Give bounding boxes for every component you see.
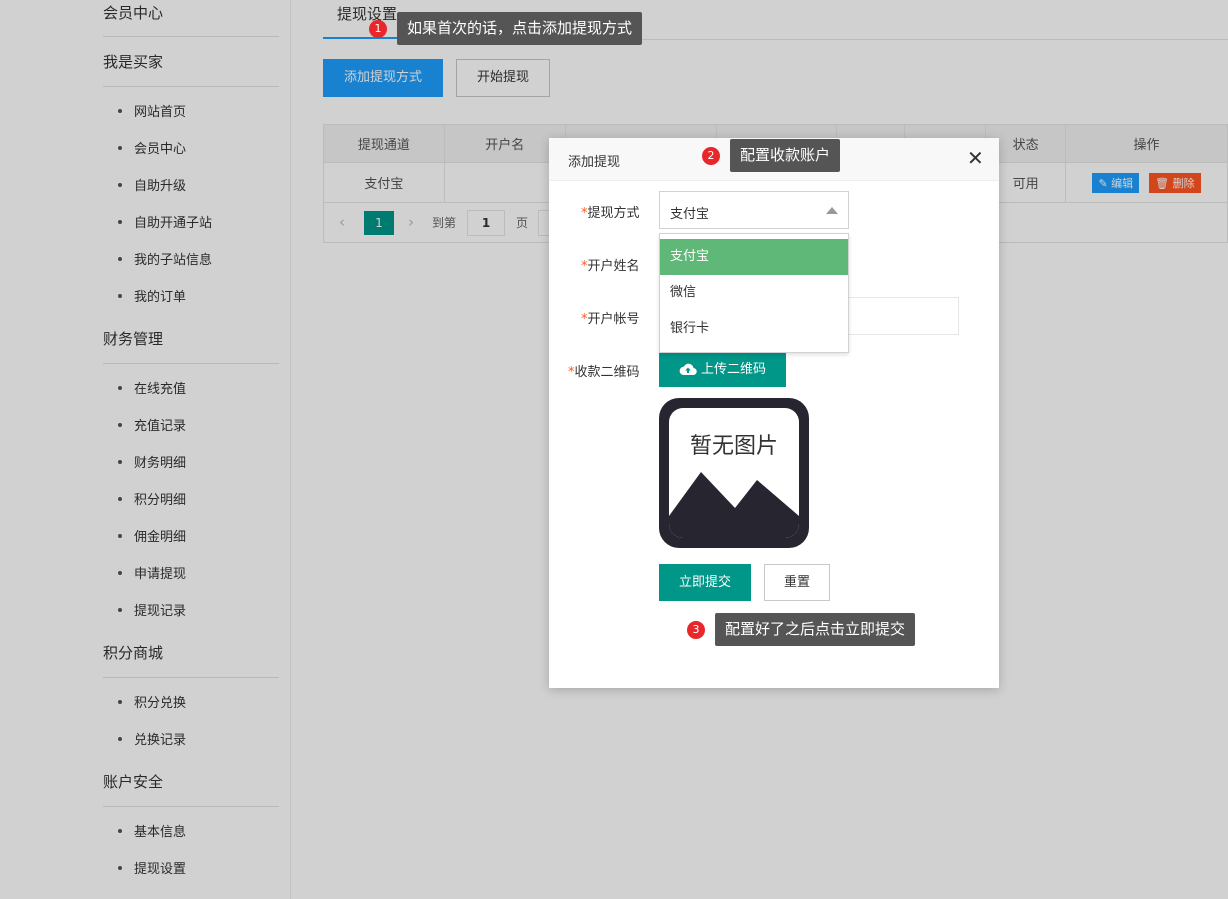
method-label-text: 提现方式: [587, 206, 640, 221]
tip-badge: 3: [687, 621, 705, 639]
option-wechat[interactable]: 微信: [660, 275, 848, 311]
method-select-value: 支付宝: [670, 207, 710, 222]
upload-label: 上传二维码: [700, 362, 766, 377]
submit-button[interactable]: 立即提交: [659, 564, 751, 601]
name-label: *开户姓名: [581, 255, 640, 274]
add-withdraw-dialog: 添加提现 ✕ *提现方式 支付宝 *开户姓名 *开户帐号 *收款二维码 上传二维…: [549, 138, 999, 688]
qrcode-label-text: 收款二维码: [574, 365, 640, 380]
dialog-title: 添加提现: [568, 155, 621, 170]
no-image-text: 暂无图片: [689, 434, 778, 459]
qrcode-label: *收款二维码: [568, 361, 640, 380]
tip-step-1: 如果首次的话，点击添加提现方式: [397, 12, 643, 45]
account-label: *开户帐号: [581, 308, 640, 327]
option-bank-card[interactable]: 银行卡: [660, 311, 848, 347]
cloud-upload-icon: [679, 363, 697, 375]
close-icon[interactable]: ✕: [967, 148, 984, 168]
image-placeholder-icon: [659, 398, 809, 548]
no-image-placeholder: 暂无图片: [659, 398, 809, 548]
account-input[interactable]: [849, 297, 959, 335]
method-select[interactable]: 支付宝: [659, 191, 849, 229]
tip-badge: 1: [369, 20, 387, 38]
reset-button[interactable]: 重置: [764, 564, 830, 601]
method-label: *提现方式: [581, 202, 640, 221]
tip-step-3: 配置好了之后点击立即提交: [715, 613, 916, 646]
method-dropdown: 支付宝 微信 银行卡: [659, 233, 849, 353]
option-alipay[interactable]: 支付宝: [660, 239, 848, 275]
tip-badge: 2: [702, 147, 720, 165]
account-label-text: 开户帐号: [587, 312, 640, 327]
name-label-text: 开户姓名: [587, 259, 640, 274]
tip-step-2: 配置收款账户: [730, 139, 841, 172]
upload-qrcode-button[interactable]: 上传二维码: [659, 353, 786, 387]
caret-up-icon: [826, 207, 838, 214]
